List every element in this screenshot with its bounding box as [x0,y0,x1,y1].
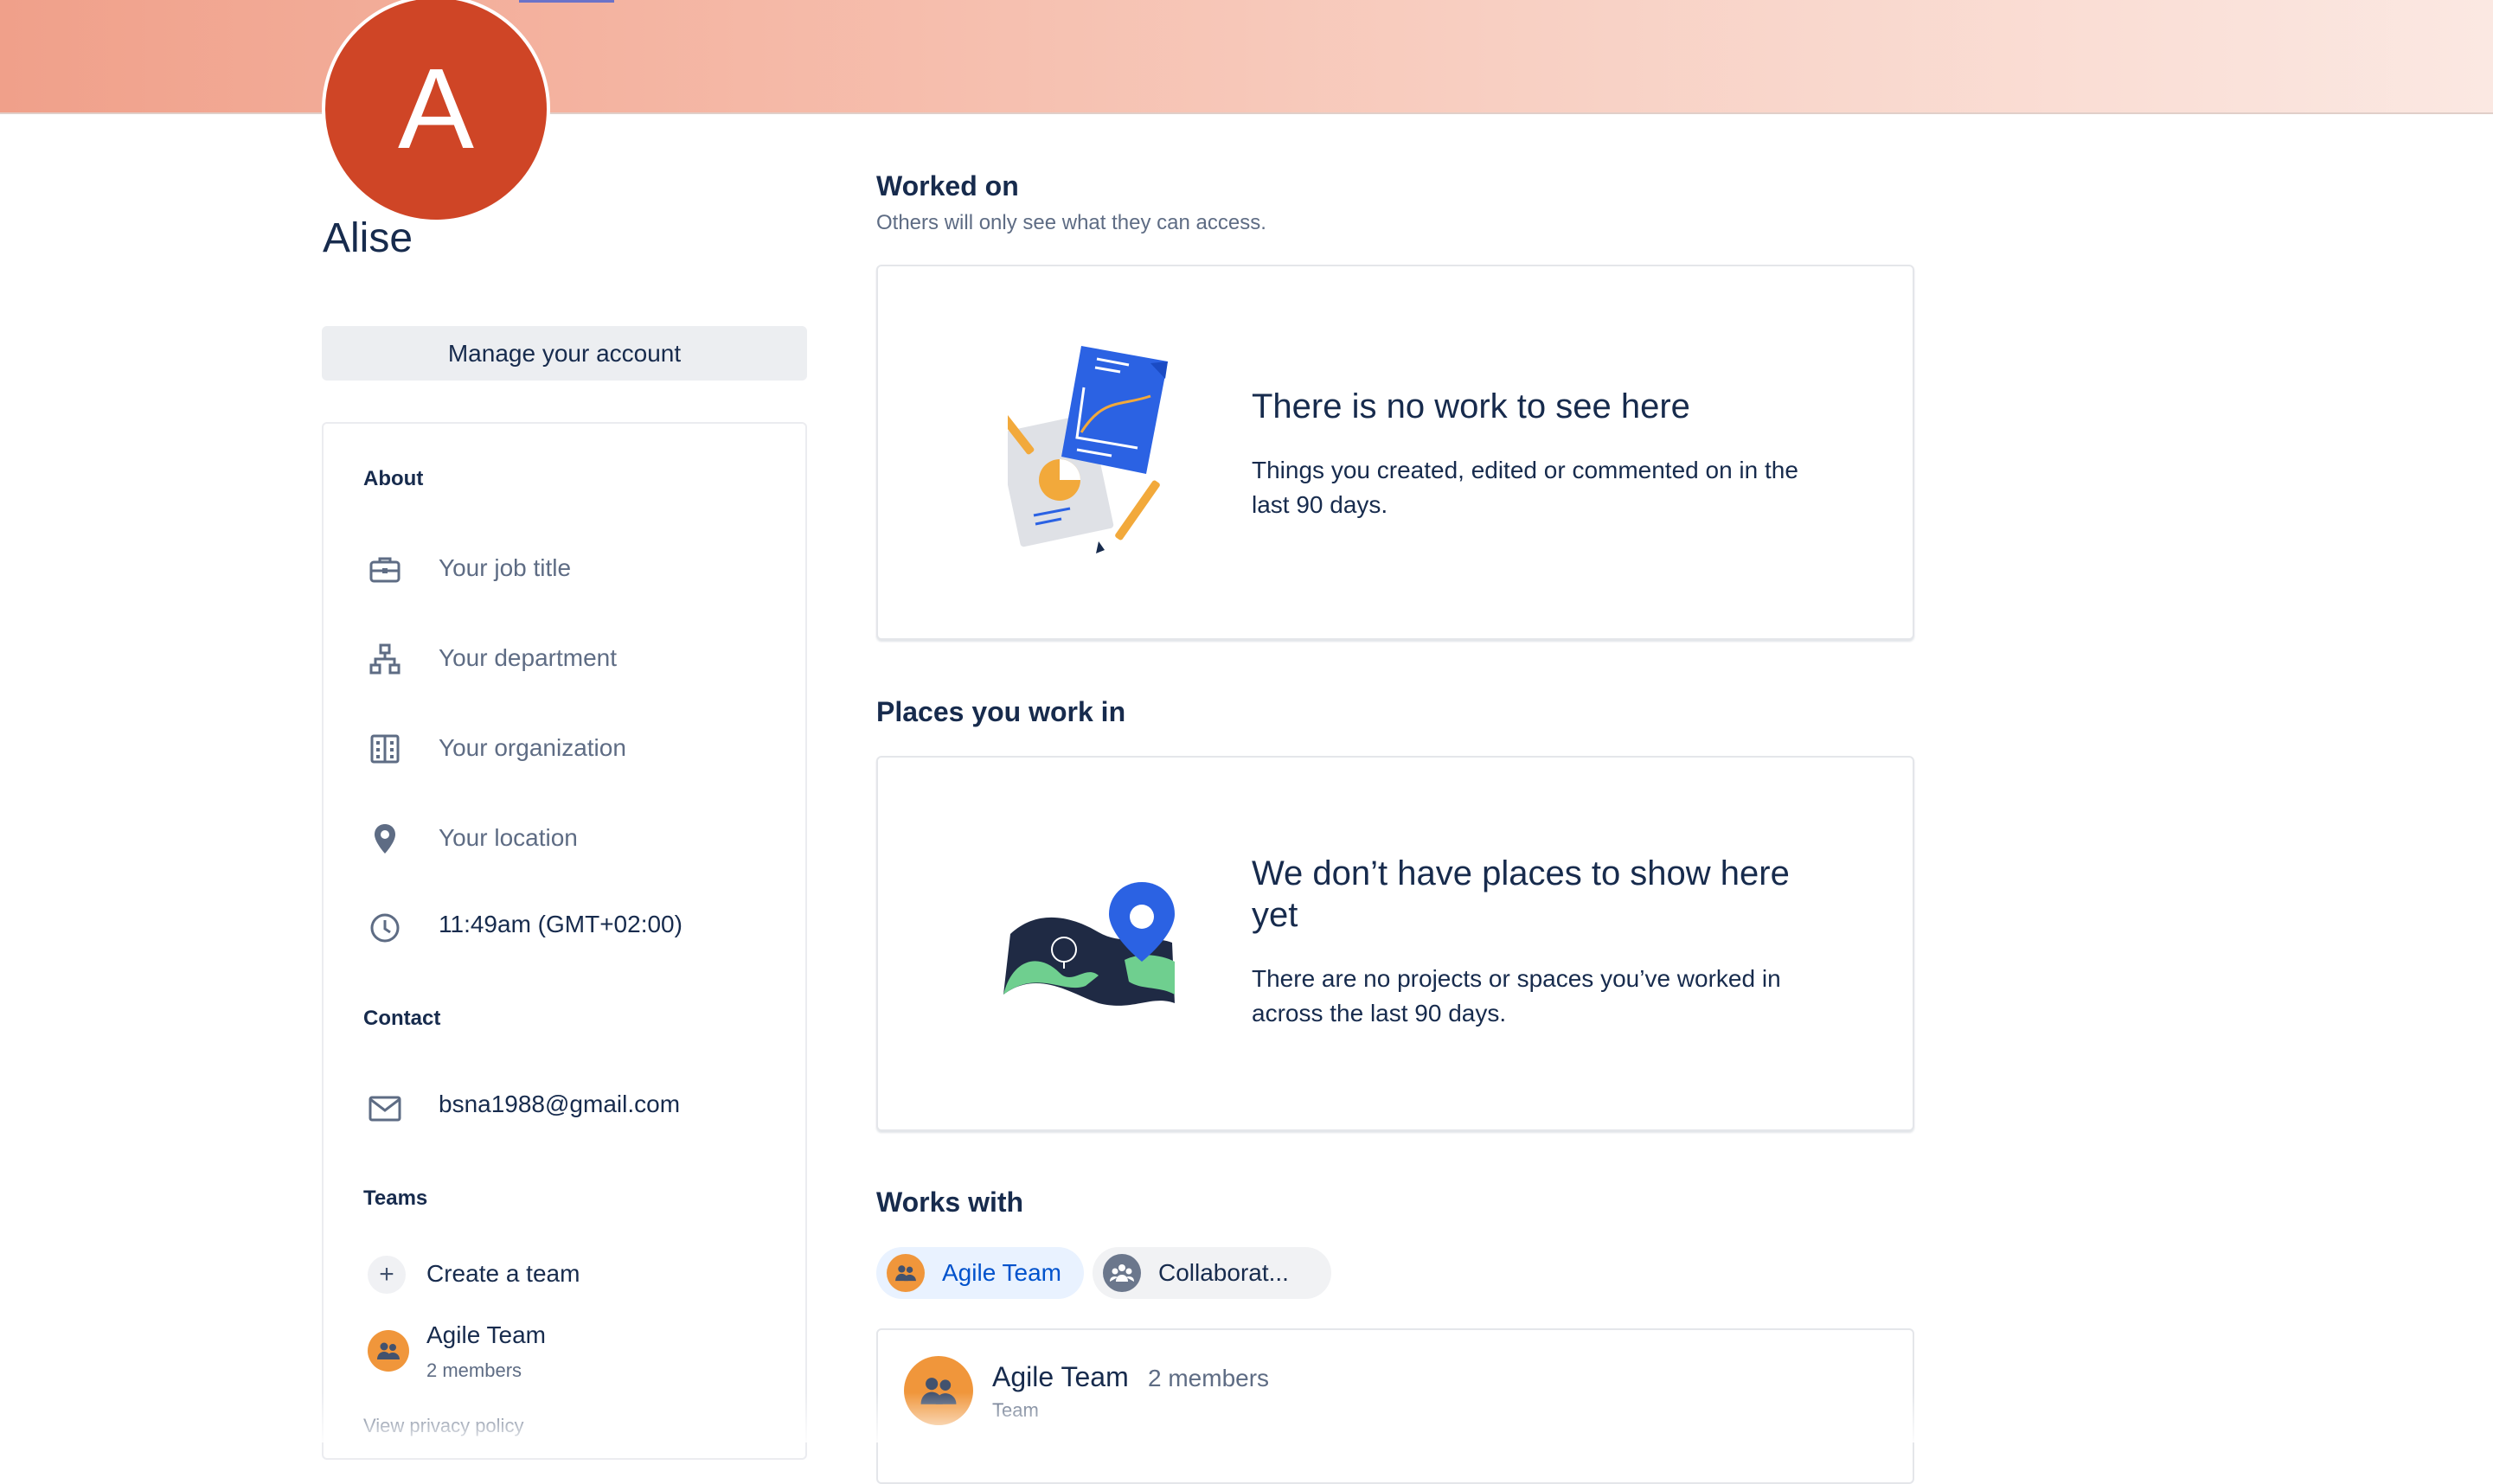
worked-on-heading: Worked on [876,170,1019,201]
location-pin-icon [368,822,402,856]
department-field[interactable]: Your department [439,644,617,672]
works-with-pill-collaborators[interactable]: Collaborat... [1093,1247,1331,1299]
plus-icon: + [379,1260,394,1289]
team-card-name: Agile Team [992,1361,1129,1392]
contact-heading: Contact [363,1007,441,1030]
profile-name: Alise [323,215,413,261]
places-empty-title: We don’t have places to show here yet [1252,854,1790,934]
pill-label: Agile Team [942,1259,1062,1286]
team-card-type: Team [992,1399,1039,1421]
works-with-heading: Works with [876,1187,1024,1218]
pill-label: Collaborat... [1158,1259,1289,1286]
places-heading: Places you work in [876,696,1126,727]
clock-icon [368,911,402,945]
documents-illustration [986,346,1181,566]
team-icon [377,1342,400,1359]
privacy-policy-link[interactable]: View privacy policy [363,1415,523,1437]
email-link[interactable]: bsna1988@gmail.com [439,1091,680,1118]
places-empty-body: There are no projects or spaces you’ve w… [1252,965,1781,1027]
team-item-name[interactable]: Agile Team [426,1321,546,1349]
building-icon [368,732,402,766]
create-team-button[interactable]: + [368,1256,406,1294]
collaborators-icon [1103,1254,1141,1292]
team-card[interactable]: Agile Team 2 members Team [876,1328,1914,1484]
about-heading: About [363,467,424,490]
briefcase-icon [368,552,402,586]
email-icon [368,1091,402,1126]
team-icon [920,1378,957,1404]
team-avatar-icon [887,1254,925,1292]
organization-field[interactable]: Your organization [439,734,626,762]
worked-on-card: There is no work to see here Things you … [876,265,1914,640]
works-with-pill-agile-team[interactable]: Agile Team [876,1247,1084,1299]
location-field[interactable]: Your location [439,824,578,852]
map-illustration [1003,882,1176,1012]
worked-on-empty-body: Things you created, edited or commented … [1252,457,1798,518]
avatar-letter: A [397,45,475,172]
department-icon [368,642,402,676]
local-time: 11:49am (GMT+02:00) [439,911,683,937]
team-avatar [368,1330,409,1372]
loading-indicator [519,0,614,3]
teams-heading: Teams [363,1187,428,1210]
team-card-avatar [904,1356,973,1425]
job-title-field[interactable]: Your job title [439,554,571,582]
places-card: We don’t have places to show here yet Th… [876,756,1914,1131]
create-team-label[interactable]: Create a team [426,1260,580,1288]
team-item-members: 2 members [426,1359,522,1381]
team-card-members: 2 members [1148,1365,1270,1391]
worked-on-empty-title: There is no work to see here [1252,387,1690,425]
worked-on-subtitle: Others will only see what they can acces… [876,211,1266,234]
profile-avatar[interactable]: A [322,0,550,223]
manage-account-button[interactable]: Manage your account [322,326,807,381]
